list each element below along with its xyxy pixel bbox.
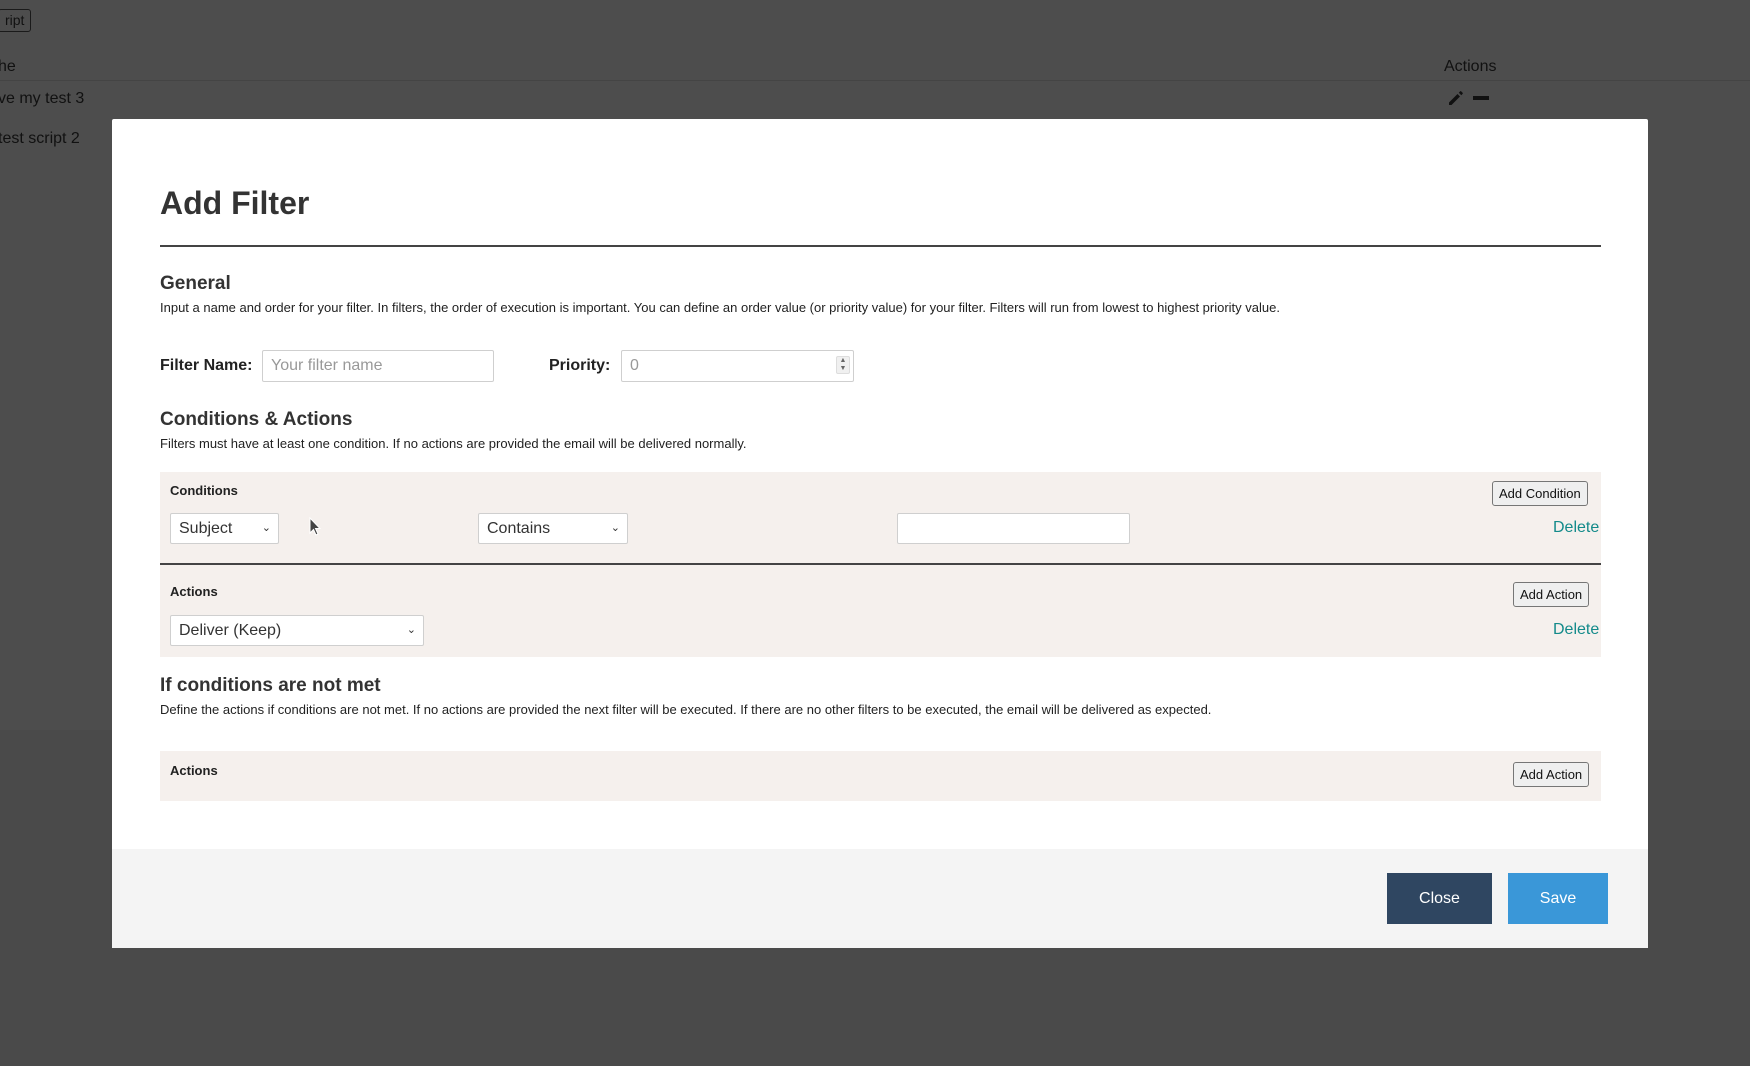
table-row-name: ve my test 3 xyxy=(0,90,85,107)
condition-operator-value: Contains xyxy=(487,520,551,537)
modal-body: Add Filter General Input a name and orde… xyxy=(112,119,1648,849)
not-met-section-description: Define the actions if conditions are not… xyxy=(160,702,1212,717)
chevron-down-icon: ⌄ xyxy=(406,624,416,636)
save-button[interactable]: Save xyxy=(1508,873,1608,924)
modal-footer: Close Save xyxy=(112,849,1648,948)
minus-icon[interactable] xyxy=(1473,96,1489,100)
condition-value-input[interactable] xyxy=(897,513,1130,544)
action-select[interactable]: Deliver (Keep) ⌄ xyxy=(170,615,424,646)
general-section-title: General xyxy=(160,273,231,294)
actions-panel: Actions Add Action Deliver (Keep) ⌄ Dele… xyxy=(160,565,1601,657)
delete-action-link[interactable]: Delete xyxy=(1553,621,1599,639)
not-met-actions-label: Actions xyxy=(170,763,218,778)
title-divider xyxy=(160,245,1601,247)
table-header-name: he xyxy=(0,58,16,75)
modal-title: Add Filter xyxy=(160,185,310,221)
close-button[interactable]: Close xyxy=(1387,873,1492,924)
not-met-section-title: If conditions are not met xyxy=(160,675,381,696)
table-header-actions: Actions xyxy=(1444,58,1497,75)
actions-label: Actions xyxy=(170,584,218,599)
filter-name-label: Filter Name: xyxy=(160,357,253,374)
conditions-label: Conditions xyxy=(170,483,238,498)
priority-field[interactable]: ▲▼ xyxy=(621,350,854,382)
chevron-down-icon: ⌄ xyxy=(261,522,271,534)
delete-condition-link[interactable]: Delete xyxy=(1553,519,1599,537)
conditions-actions-section-description: Filters must have at least one condition… xyxy=(160,436,747,451)
add-filter-modal: Add Filter General Input a name and orde… xyxy=(112,119,1648,948)
priority-label: Priority: xyxy=(549,357,611,374)
filter-name-input[interactable] xyxy=(262,350,494,382)
not-met-actions-panel: Actions Add Action xyxy=(160,751,1601,801)
conditions-panel: Conditions Add Condition Subject ⌄ Conta… xyxy=(160,472,1601,563)
condition-operator-select[interactable]: Contains ⌄ xyxy=(478,513,628,544)
priority-input[interactable] xyxy=(621,350,854,382)
condition-field-select[interactable]: Subject ⌄ xyxy=(170,513,279,544)
pencil-icon[interactable] xyxy=(1447,89,1465,107)
table-header-divider xyxy=(0,80,1750,81)
add-script-button[interactable]: ript xyxy=(0,9,32,32)
not-met-add-action-button[interactable]: Add Action xyxy=(1513,762,1590,787)
chevron-down-icon: ⌄ xyxy=(610,522,620,534)
action-select-value: Deliver (Keep) xyxy=(179,622,282,639)
condition-field-value: Subject xyxy=(179,520,233,537)
mouse-cursor-icon xyxy=(309,517,321,536)
add-action-button[interactable]: Add Action xyxy=(1513,582,1590,607)
spinner-arrows-icon[interactable]: ▲ ▼ xyxy=(836,356,850,374)
conditions-actions-section-title: Conditions & Actions xyxy=(160,409,353,430)
general-section-description: Input a name and order for your filter. … xyxy=(160,300,1280,315)
add-condition-button[interactable]: Add Condition xyxy=(1492,481,1588,506)
table-row-name: test script 2 xyxy=(0,130,80,147)
